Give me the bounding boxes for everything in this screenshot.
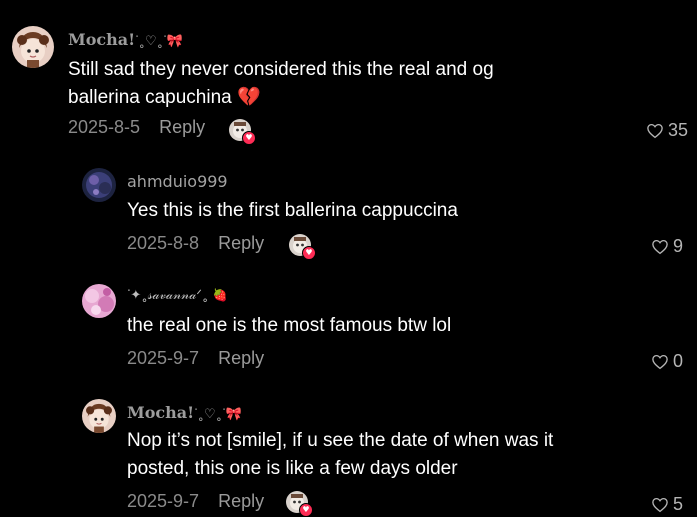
comment-meta: 2025-9-7 Reply [127,348,264,369]
comment-meta: 2025-8-5 Reply [68,117,205,138]
comment-text: Still sad they never considered this the… [68,59,494,108]
like-count: 9 [673,236,684,256]
avatar[interactable] [82,284,116,318]
comment-text: the real one is the most famous btw lol [127,315,452,336]
like-button[interactable]: 35 [646,120,688,141]
comment-date: 2025-9-7 [127,491,200,511]
reply-button[interactable]: Reply [159,117,205,137]
liked-by-creator-badge: ♥ [229,119,256,145]
heart-outline-icon [652,497,668,512]
username[interactable]: Mocha!ᐝ˳♡˳ᐝ🎀 [127,403,242,422]
reply-button[interactable]: Reply [218,491,264,511]
like-button[interactable]: 9 [651,236,683,257]
heart-badge-icon: ♥ [242,131,256,145]
like-button[interactable]: 0 [651,351,683,372]
comment-meta: 2025-8-8 Reply [127,233,264,254]
username[interactable]: Mocha!ᐝ˳♡˳ᐝ🎀 [68,30,183,49]
reply-button[interactable]: Reply [218,348,264,368]
liked-by-creator-badge: ♥ [289,234,316,260]
comment-date: 2025-8-5 [68,117,141,137]
liked-by-creator-badge: ♥ [286,491,313,517]
like-count: 35 [668,120,689,140]
comment-text: Yes this is the first ballerina cappucci… [127,200,458,221]
comment-text: Nop it’s not [smile], if u see the date … [127,430,554,479]
comment-date: 2025-9-7 [127,348,200,368]
username[interactable]: ahmduio999 [127,172,228,191]
comment-date: 2025-8-8 [127,233,200,253]
like-count: 0 [673,351,684,371]
like-button[interactable]: 5 [651,494,683,515]
like-count: 5 [673,494,684,514]
heart-outline-icon [647,123,663,138]
avatar[interactable] [82,168,116,202]
avatar[interactable] [12,26,54,68]
heart-outline-icon [652,354,668,369]
avatar[interactable] [82,399,116,433]
comment-meta: 2025-9-7 Reply [127,491,264,512]
username[interactable]: ᐝ✦˳𝓈𝒶𝓋𝒶𝓃𝓃𝒶ᐟ˳ 🍓 [127,288,227,303]
reply-button[interactable]: Reply [218,233,264,253]
heart-badge-icon: ♥ [302,246,316,260]
heart-outline-icon [652,239,668,254]
